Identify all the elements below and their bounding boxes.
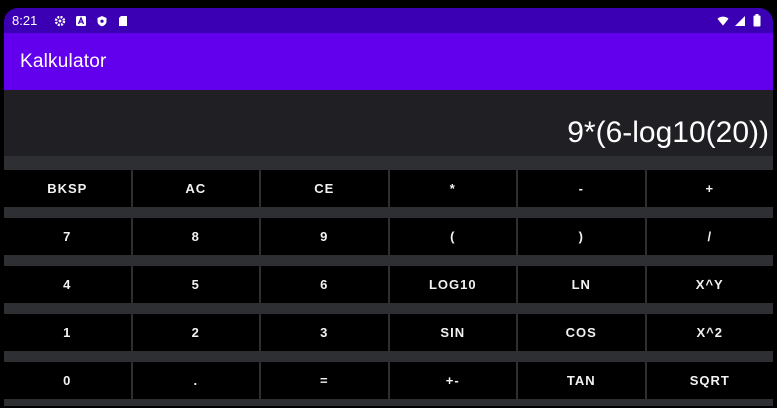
digit-0-button[interactable]: 0	[4, 362, 131, 399]
sqrt-button[interactable]: SQRT	[646, 362, 773, 399]
digit-7-button[interactable]: 7	[4, 218, 131, 255]
clear-entry-button[interactable]: CE	[261, 170, 388, 207]
status-right	[717, 14, 763, 27]
status-bar: 8:21	[4, 8, 773, 33]
sin-button[interactable]: SIN	[389, 314, 516, 351]
digit-4-button[interactable]: 4	[4, 266, 131, 303]
log10-button[interactable]: LOG10	[389, 266, 516, 303]
tan-button[interactable]: TAN	[518, 362, 645, 399]
multiply-button[interactable]: *	[389, 170, 516, 207]
keypad-row-2: 7 8 9 ( ) /	[4, 218, 773, 255]
a-icon	[75, 15, 87, 27]
sd-card-icon	[117, 15, 129, 27]
digit-6-button[interactable]: 6	[261, 266, 388, 303]
equals-button[interactable]: =	[261, 362, 388, 399]
status-left: 8:21	[12, 13, 129, 28]
digit-1-button[interactable]: 1	[4, 314, 131, 351]
subtract-button[interactable]: -	[518, 170, 645, 207]
digit-9-button[interactable]: 9	[261, 218, 388, 255]
open-paren-button[interactable]: (	[389, 218, 516, 255]
status-time: 8:21	[12, 13, 38, 28]
app-title: Kalkulator	[20, 50, 107, 72]
keypad: BKSP AC CE * - + 7 8 9 ( ) / 4 5 6 LOG10…	[4, 156, 773, 406]
expression-display: 9*(6-log10(20))	[4, 90, 773, 155]
digit-8-button[interactable]: 8	[132, 218, 259, 255]
keypad-row-1: BKSP AC CE * - +	[4, 170, 773, 207]
cos-button[interactable]: COS	[518, 314, 645, 351]
signal-icon	[734, 15, 746, 27]
wifi-icon	[717, 15, 729, 27]
decimal-point-button[interactable]: .	[132, 362, 259, 399]
backspace-button[interactable]: BKSP	[4, 170, 131, 207]
plus-minus-button[interactable]: +-	[389, 362, 516, 399]
power-button[interactable]: X^Y	[646, 266, 773, 303]
all-clear-button[interactable]: AC	[132, 170, 259, 207]
shield-icon	[96, 15, 108, 27]
divide-button[interactable]: /	[646, 218, 773, 255]
digit-5-button[interactable]: 5	[132, 266, 259, 303]
expression-text: 9*(6-log10(20))	[567, 116, 769, 149]
add-button[interactable]: +	[646, 170, 773, 207]
close-paren-button[interactable]: )	[518, 218, 645, 255]
app-bar: Kalkulator	[4, 33, 773, 90]
app-window: 8:21 Kalkulator 9*(6-log10(20)) BKSP AC …	[4, 8, 773, 406]
ln-button[interactable]: LN	[518, 266, 645, 303]
digit-3-button[interactable]: 3	[261, 314, 388, 351]
keypad-row-5: 0 . = +- TAN SQRT	[4, 362, 773, 399]
battery-icon	[751, 14, 763, 27]
keypad-row-3: 4 5 6 LOG10 LN X^Y	[4, 266, 773, 303]
gear-icon	[54, 15, 66, 27]
keypad-row-4: 1 2 3 SIN COS X^2	[4, 314, 773, 351]
digit-2-button[interactable]: 2	[132, 314, 259, 351]
square-button[interactable]: X^2	[646, 314, 773, 351]
